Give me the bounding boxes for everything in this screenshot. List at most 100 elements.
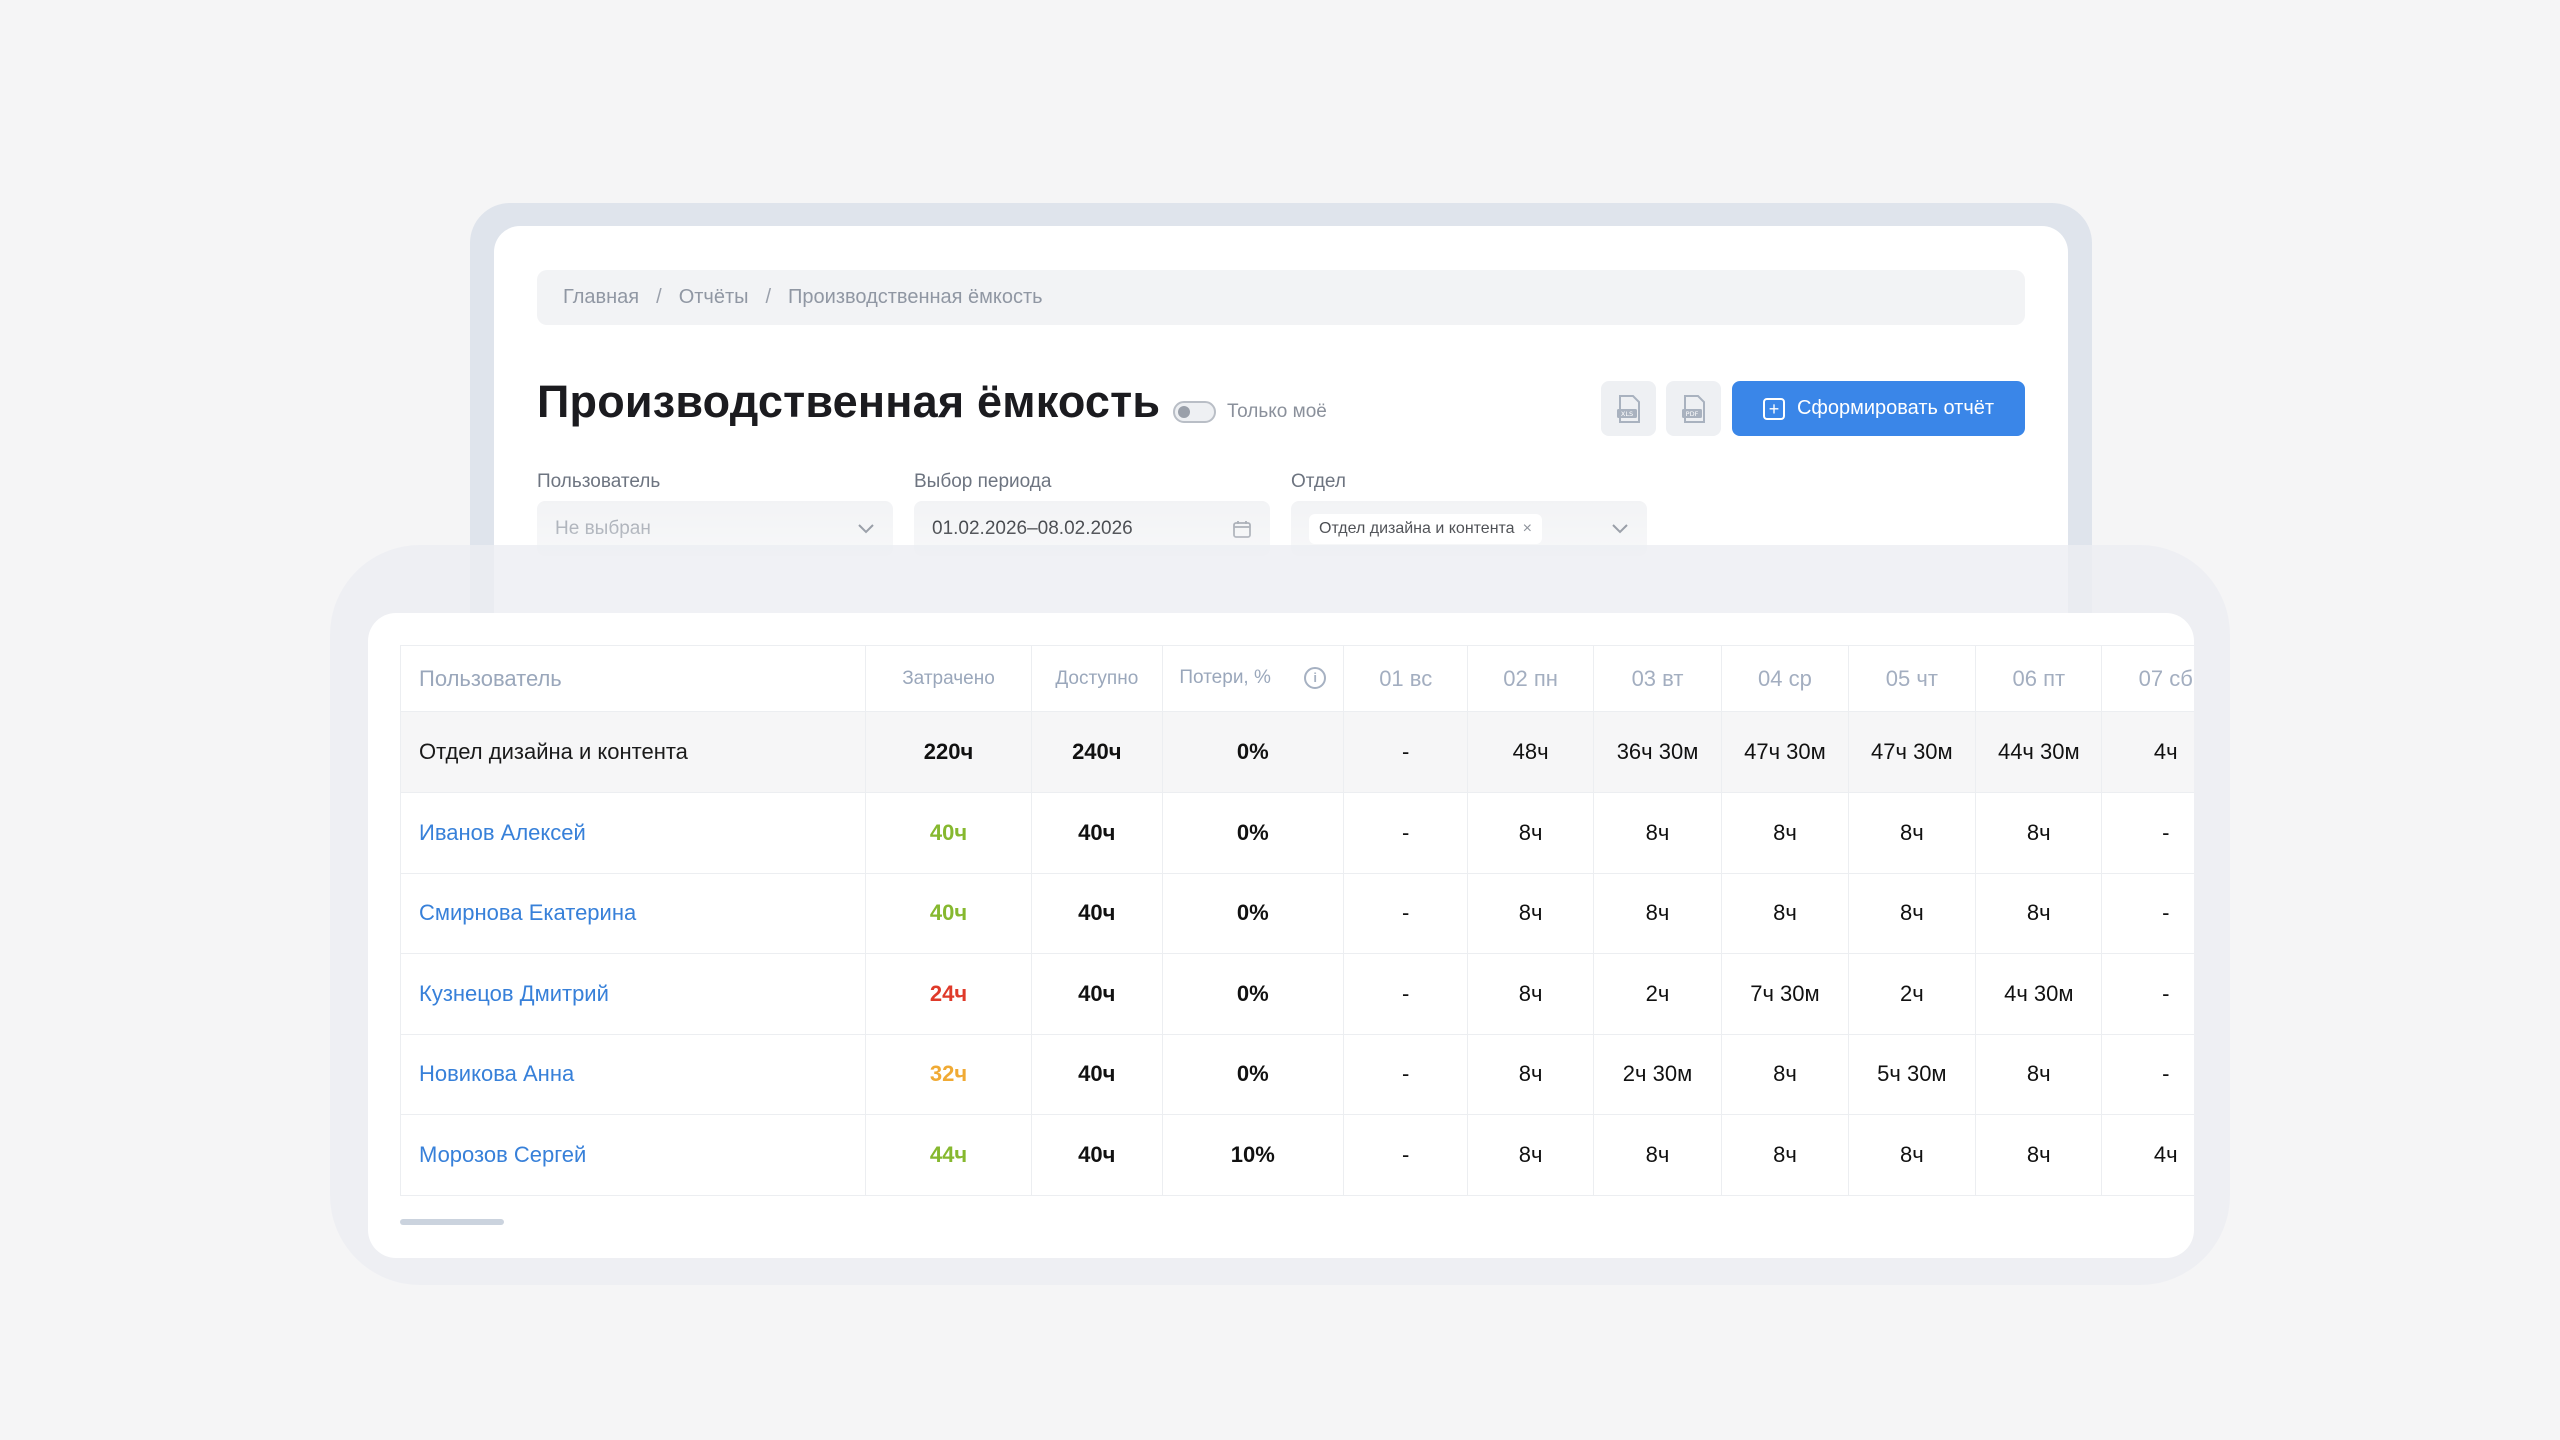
department-name: Отдел дизайна и контента <box>400 711 866 793</box>
chevron-down-icon <box>858 523 874 533</box>
only-mine-toggle-group[interactable]: Только моё <box>1173 401 1327 423</box>
day-cell: - <box>1343 873 1469 954</box>
losses-cell: 0% <box>1162 792 1345 874</box>
available-cell: 40ч <box>1031 953 1163 1035</box>
header-losses-label: Потери, % <box>1179 667 1271 689</box>
day-cell: 8ч <box>1467 873 1594 954</box>
breadcrumb-separator: / <box>656 286 662 308</box>
user-cell: Смирнова Екатерина <box>400 873 866 954</box>
breadcrumb-home[interactable]: Главная <box>563 286 639 309</box>
user-link[interactable]: Морозов Сергей <box>419 1142 586 1167</box>
close-icon[interactable]: × <box>1523 520 1532 538</box>
user-link[interactable]: Иванов Алексей <box>419 820 586 845</box>
day-cell: 8ч <box>1975 1034 2103 1115</box>
header-day: 04 ср <box>1721 645 1849 712</box>
day-cell: 47ч 30м <box>1721 711 1849 793</box>
day-cell: 8ч <box>1848 1114 1977 1196</box>
day-cell: 8ч <box>1467 953 1594 1035</box>
pdf-export-icon: PDF <box>1681 394 1705 423</box>
day-cell: 8ч <box>1467 1034 1594 1115</box>
breadcrumb-separator: / <box>765 286 772 308</box>
header-losses[interactable]: Потери, % i <box>1162 645 1345 712</box>
day-cell: 8ч <box>1721 792 1849 874</box>
calendar-icon[interactable] <box>1232 519 1252 539</box>
department-row: Отдел дизайна и контента 220ч 240ч 0% - … <box>400 711 2194 793</box>
day-cell: 2ч 30м <box>1593 1034 1723 1115</box>
losses-cell: 0% <box>1162 873 1345 954</box>
day-cell: - <box>2101 873 2194 954</box>
day-cell: 36ч 30м <box>1593 711 1723 793</box>
header-day: 06 пт <box>1975 645 2103 712</box>
day-cell: 8ч <box>1975 1114 2103 1196</box>
day-cell: 8ч <box>1593 1114 1723 1196</box>
svg-text:PDF: PDF <box>1685 410 1698 418</box>
only-mine-label: Только моё <box>1227 401 1327 422</box>
day-cell: 48ч <box>1467 711 1594 793</box>
day-cell: 44ч 30м <box>1975 711 2103 793</box>
header-spent[interactable]: Затрачено <box>865 645 1033 712</box>
generate-report-label: Сформировать отчёт <box>1796 397 1995 419</box>
day-cell: 8ч <box>1848 873 1977 954</box>
available-cell: 40ч <box>1031 792 1163 874</box>
department-chip-label: Отдел дизайна и контента <box>1319 519 1515 537</box>
breadcrumb-current: Производственная ёмкость <box>788 286 1043 308</box>
day-cell: 2ч <box>1593 953 1723 1035</box>
table-row: Смирнова Екатерина 40ч 40ч 0% - 8ч 8ч 8ч… <box>400 873 2194 954</box>
table-scroll-area[interactable]: Пользователь Затрачено Доступно Потери, … <box>400 645 2194 1200</box>
user-link[interactable]: Кузнецов Дмитрий <box>419 981 609 1006</box>
losses-cell: 0% <box>1162 953 1345 1035</box>
day-cell: 8ч <box>1975 792 2103 874</box>
export-pdf-button[interactable]: PDF <box>1666 381 1721 436</box>
chevron-down-icon <box>1612 523 1628 533</box>
losses-cell: 0% <box>1162 1034 1345 1115</box>
spent-cell: 44ч <box>865 1114 1033 1196</box>
header-day: 02 пн <box>1467 645 1594 712</box>
generate-report-button[interactable]: + Сформировать отчёт <box>1732 381 2025 436</box>
header-day: 07 сб <box>2101 645 2194 712</box>
day-cell: 4ч <box>2101 1114 2194 1196</box>
user-link[interactable]: Смирнова Екатерина <box>419 900 636 925</box>
day-cell: - <box>1343 711 1469 793</box>
period-filter-label: Выбор периода <box>914 471 1052 492</box>
spent-cell: 24ч <box>865 953 1033 1035</box>
xls-export-icon: XLS <box>1616 394 1640 423</box>
only-mine-toggle[interactable] <box>1173 401 1216 423</box>
header-user[interactable]: Пользователь <box>400 645 866 712</box>
available-cell: 40ч <box>1031 873 1163 954</box>
department-filter-label: Отдел <box>1291 471 1346 492</box>
day-cell: - <box>2101 1034 2194 1115</box>
period-value: 01.02.2026–08.02.2026 <box>932 517 1133 539</box>
day-cell: - <box>2101 953 2194 1035</box>
day-cell: 8ч <box>1593 792 1723 874</box>
breadcrumb-reports[interactable]: Отчёты <box>679 286 749 309</box>
day-cell: 2ч <box>1848 953 1977 1035</box>
header-day: 01 вс <box>1343 645 1469 712</box>
spent-cell: 32ч <box>865 1034 1033 1115</box>
user-link[interactable]: Новикова Анна <box>419 1061 574 1086</box>
table-row: Иванов Алексей 40ч 40ч 0% - 8ч 8ч 8ч 8ч … <box>400 792 2194 874</box>
header-day: 05 чт <box>1848 645 1977 712</box>
available-cell: 40ч <box>1031 1034 1163 1115</box>
user-cell: Морозов Сергей <box>400 1114 866 1196</box>
day-cell: 4ч 30м <box>1975 953 2103 1035</box>
day-cell: - <box>1343 953 1469 1035</box>
day-cell: - <box>1343 792 1469 874</box>
department-spent: 220ч <box>865 711 1033 793</box>
table-row: Новикова Анна 32ч 40ч 0% - 8ч 2ч 30м 8ч … <box>400 1034 2194 1115</box>
info-icon[interactable]: i <box>1304 667 1327 690</box>
capacity-table-card: Пользователь Затрачено Доступно Потери, … <box>368 613 2194 1258</box>
day-cell: 8ч <box>1975 873 2103 954</box>
export-xls-button[interactable]: XLS <box>1601 381 1656 436</box>
day-cell: 4ч <box>2101 711 2194 793</box>
department-chip: Отдел дизайна и контента × <box>1309 513 1542 544</box>
day-cell: 7ч 30м <box>1721 953 1849 1035</box>
table-header-row: Пользователь Затрачено Доступно Потери, … <box>400 645 2194 712</box>
header-available[interactable]: Доступно <box>1031 645 1163 712</box>
user-filter-label: Пользователь <box>537 471 661 492</box>
plus-square-icon: + <box>1762 397 1785 420</box>
day-cell: 8ч <box>1721 1034 1849 1115</box>
table-row: Морозов Сергей 44ч 40ч 10% - 8ч 8ч 8ч 8ч… <box>400 1114 2194 1196</box>
horizontal-scrollbar[interactable] <box>400 1219 504 1225</box>
user-cell: Иванов Алексей <box>400 792 866 874</box>
department-losses: 0% <box>1162 711 1345 793</box>
